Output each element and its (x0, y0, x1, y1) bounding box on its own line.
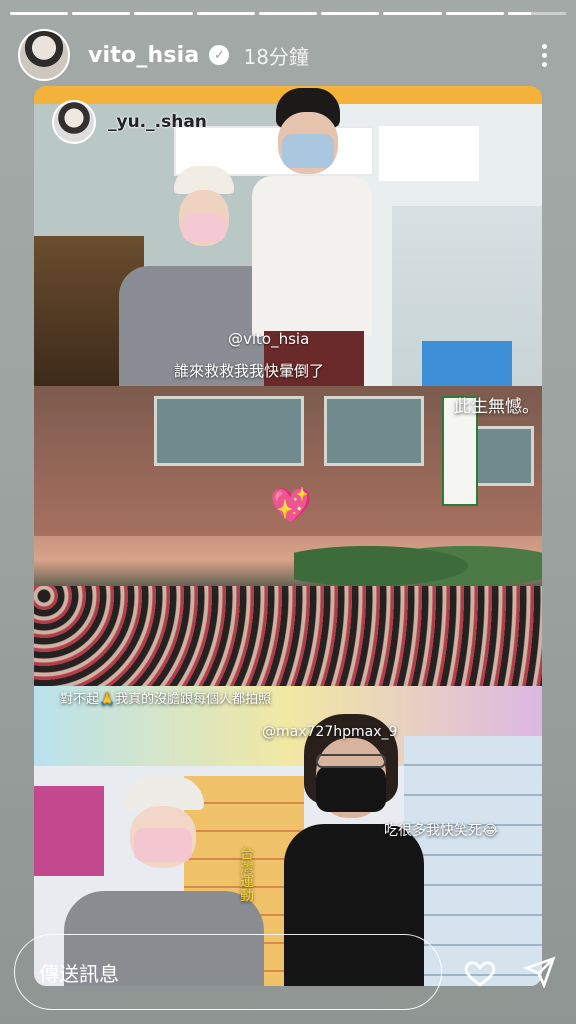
sparkling-heart-icon: 💖 (270, 486, 313, 526)
story-photo-1: _yu._.shan @vito_hsia 誰來救救我我快暈倒了 (34, 86, 542, 386)
vertical-caption: 台灣運動 (238, 846, 254, 902)
store-sign (379, 126, 479, 181)
progress-segment-active (507, 12, 566, 15)
window (324, 396, 424, 466)
mention-tag[interactable]: @max727hpmax_9 (262, 724, 397, 740)
story-caption: 對不起🙏我真的沒膽跟每個人都拍照 (60, 692, 272, 707)
progress-segment (134, 12, 193, 15)
progress-segment (196, 12, 255, 15)
mention-tag[interactable]: @vito_hsia (228, 330, 309, 348)
progress-segment (72, 12, 131, 15)
progress-segment (383, 12, 442, 15)
crate (422, 341, 512, 386)
story-header: vito_hsia ✓ 18分鐘 (18, 28, 558, 82)
progress-segment (445, 12, 504, 15)
avatar[interactable] (18, 29, 70, 81)
mention-username: _yu._.shan (108, 112, 207, 132)
crowd (34, 586, 542, 686)
progress-segment (321, 12, 380, 15)
window (154, 396, 304, 466)
more-icon[interactable] (530, 37, 558, 73)
story-caption: 誰來救救我我快暈倒了 (174, 362, 325, 380)
progress-segment (10, 12, 69, 15)
post-time: 18分鐘 (243, 44, 309, 69)
send-icon[interactable] (518, 950, 562, 994)
message-input[interactable]: 傳送訊息 (14, 934, 442, 1010)
progress-segment (258, 12, 318, 15)
mention-sticker[interactable]: _yu._.shan (52, 100, 207, 144)
mention-avatar (52, 100, 96, 144)
story-footer: 傳送訊息 (14, 934, 562, 1010)
story-photo-2: 💖 此生無憾。 (34, 386, 542, 686)
username[interactable]: vito_hsia (88, 43, 199, 68)
story-progress (10, 12, 566, 15)
heart-icon[interactable] (458, 950, 502, 994)
story-caption: 吃很多我快笑死😂 (384, 823, 499, 839)
verified-icon: ✓ (209, 45, 230, 65)
story-caption: 此生無憾。 (454, 397, 539, 417)
